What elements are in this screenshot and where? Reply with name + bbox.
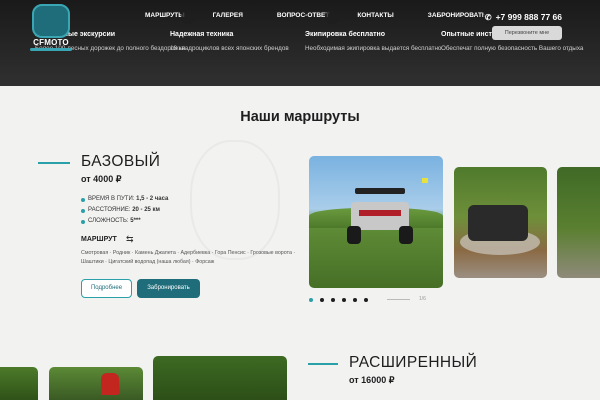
route-price: от 16000 ₽	[349, 375, 395, 385]
decorative-outline	[190, 140, 280, 260]
book-button[interactable]: Забронировать	[137, 279, 200, 298]
route-label: Маршрут	[81, 236, 117, 243]
spec-value: 5***	[130, 218, 141, 224]
route-path: Смотровая · Родник · Камень Джапета · Ад…	[81, 250, 296, 265]
slider-dot[interactable]	[331, 298, 335, 302]
main-nav: Маршруты Галерея Вопрос-ответ Контакты З…	[145, 10, 497, 24]
rider-icon	[101, 373, 119, 395]
phone-number: +7 999 888 77 66	[495, 12, 562, 22]
feature-text: Обеспечат полную безопасность Вашего отд…	[441, 45, 584, 52]
nav-label: Маршруты	[145, 12, 185, 19]
route2-photo-2[interactable]	[49, 367, 143, 400]
slider-dot[interactable]	[309, 298, 313, 302]
title-accent-line	[308, 363, 338, 365]
section-title: Наши маршруты	[240, 109, 360, 125]
route2-photo-3[interactable]	[153, 356, 287, 400]
route-photo-main[interactable]	[309, 156, 443, 288]
callback-button[interactable]: Перезвоните мне	[492, 26, 562, 40]
spec-label: Расстояние:	[88, 207, 131, 213]
buggy-wheel	[399, 226, 413, 244]
spec-value: 20 - 25 км	[132, 207, 160, 213]
feature-item: Надежная техника 18 квадроциклов всех яп…	[170, 31, 289, 52]
feature-text: 18 квадроциклов всех японских брендов	[170, 45, 289, 52]
spec-label: Сложность:	[88, 218, 129, 224]
buggy-icon	[347, 188, 413, 248]
slider-dot[interactable]	[364, 298, 368, 302]
route-photo-2[interactable]	[454, 167, 547, 278]
nav-label: Забронировать	[427, 12, 487, 19]
slider-dot[interactable]	[342, 298, 346, 302]
route-name: БАЗОВЫЙ	[81, 153, 161, 170]
nav-label: Контакты	[357, 12, 394, 19]
route-price: от 4000 ₽	[81, 174, 122, 184]
spec-difficulty: Сложность: 5***	[81, 218, 168, 229]
buggy-wheel	[347, 226, 361, 244]
nav-label: Галерея	[212, 12, 243, 19]
flag-icon	[422, 178, 428, 183]
logo-underline	[30, 48, 72, 51]
feature-title: Экипировка бесплатно	[305, 31, 386, 38]
logo-badge	[32, 4, 70, 38]
route-icon: ⇆	[126, 234, 134, 244]
spec-time: Время в пути: 1,5 - 2 часа	[81, 196, 168, 207]
nav-item-contacts[interactable]: Контакты	[357, 12, 401, 19]
details-button[interactable]: Подробнее	[81, 279, 132, 298]
nav-label: Вопрос-ответ	[276, 12, 330, 19]
buggy-roof	[355, 188, 405, 194]
route-name: РАСШИРЕННЫЙ	[349, 354, 478, 371]
buggy-icon	[468, 205, 528, 241]
title-accent-line	[38, 162, 70, 164]
feature-text: Необходимая экипировка выдается бесплатн…	[305, 45, 442, 52]
logo-text: CFMOTO	[33, 38, 69, 47]
nav-item-faq[interactable]: Вопрос-ответ	[276, 10, 340, 24]
spec-value: 1,5 - 2 часа	[136, 196, 169, 202]
nav-item-routes[interactable]: Маршруты	[145, 10, 195, 24]
slider-dot[interactable]	[320, 298, 324, 302]
slider-progress	[387, 299, 410, 300]
route2-photo-1[interactable]	[0, 367, 38, 400]
route-photo-3[interactable]	[557, 167, 600, 278]
route-specs: Время в пути: 1,5 - 2 часа Расстояние: 2…	[81, 196, 168, 229]
slider-dot[interactable]	[353, 298, 357, 302]
logo[interactable]: CFMOTO	[28, 4, 74, 52]
phone-link[interactable]: ✆ +7 999 888 77 66	[485, 12, 562, 22]
spec-distance: Расстояние: 20 - 25 км	[81, 207, 168, 218]
nav-item-gallery[interactable]: Галерея	[213, 12, 251, 19]
feature-title: Надежная техника	[170, 31, 234, 38]
buggy-stripe	[359, 210, 401, 216]
feature-item: Экипировка бесплатно Необходимая экипиро…	[305, 31, 441, 52]
spec-label: Время в пути:	[88, 196, 135, 202]
nav-dot-icon	[180, 10, 195, 24]
slider-counter: 1/6	[419, 296, 426, 302]
phone-icon: ✆	[484, 13, 492, 22]
